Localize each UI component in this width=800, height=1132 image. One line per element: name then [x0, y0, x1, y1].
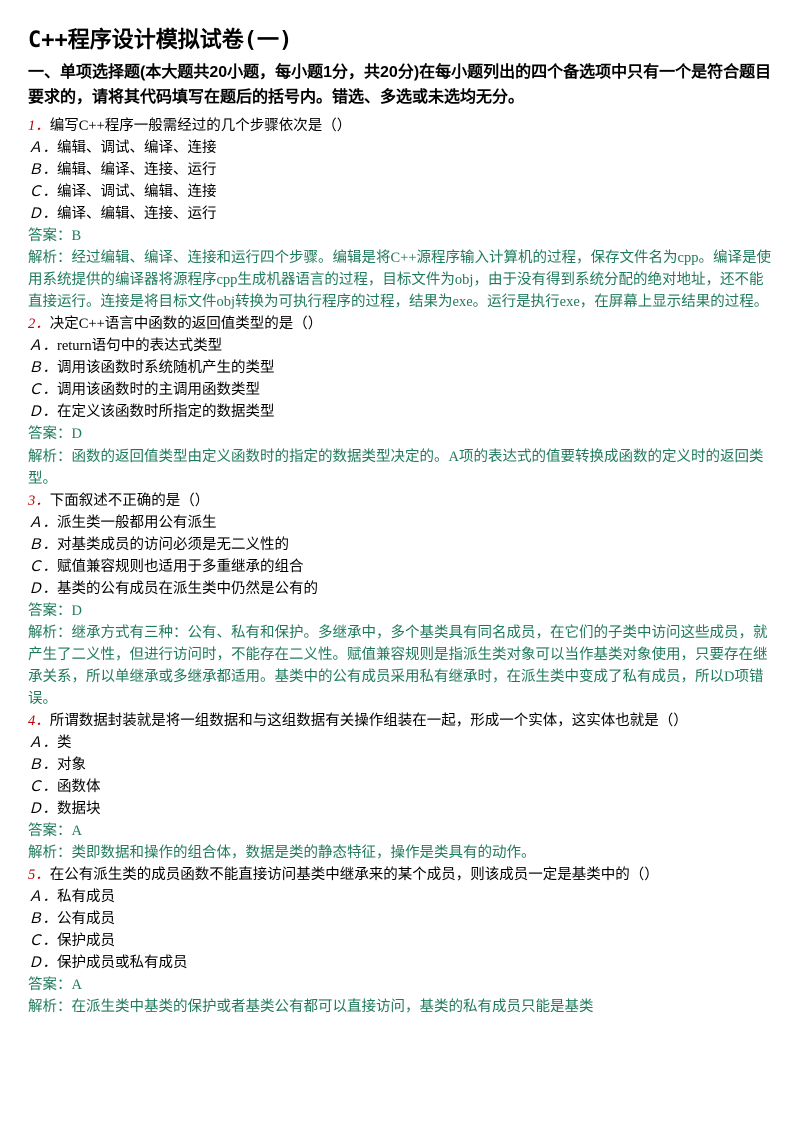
option-text: 在定义该函数时所指定的数据类型 — [57, 404, 275, 420]
analysis-text: 解析：类即数据和操作的组合体，数据是类的静态特征，操作是类具有的动作。 — [28, 842, 772, 864]
option-label: Ａ． — [28, 515, 57, 531]
option-text: 保护成员 — [57, 933, 115, 949]
answer-line: 答案：D — [28, 423, 772, 445]
option-text: 编译、调试、编辑、连接 — [57, 184, 217, 200]
answer-line: 答案：D — [28, 600, 772, 622]
option-line: Ｃ．调用该函数时的主调用函数类型 — [28, 379, 772, 401]
analysis-text: 解析：在派生类中基类的保护或者基类公有都可以直接访问，基类的私有成员只能是基类 — [28, 996, 772, 1018]
option-line: Ａ．派生类一般都用公有派生 — [28, 512, 772, 534]
exam-title: C++程序设计模拟试卷(一) — [28, 24, 772, 57]
option-label: Ｄ． — [28, 955, 57, 971]
option-label: Ｄ． — [28, 801, 57, 817]
section-heading: 一、单项选择题(本大题共20小题，每小题1分，共20分)在每小题列出的四个备选项… — [28, 61, 772, 111]
question-line: 5．在公有派生类的成员函数不能直接访问基类中继承来的某个成员，则该成员一定是基类… — [28, 864, 772, 886]
option-text: 基类的公有成员在派生类中仍然是公有的 — [57, 581, 318, 597]
question-line: 1．编写C++程序一般需经过的几个步骤依次是（） — [28, 115, 772, 137]
option-text: 编译、编辑、连接、运行 — [57, 206, 217, 222]
analysis-text: 解析：函数的返回值类型由定义函数时的指定的数据类型决定的。A项的表达式的值要转换… — [28, 446, 772, 490]
option-label: Ｃ． — [28, 559, 57, 575]
option-line: Ｃ．保护成员 — [28, 930, 772, 952]
question-number: 5． — [28, 867, 50, 883]
option-label: Ａ． — [28, 140, 57, 156]
answer-line: 答案：A — [28, 974, 772, 996]
question-number: 2． — [28, 316, 50, 332]
answer-line: 答案：A — [28, 820, 772, 842]
option-text: 对基类成员的访问必须是无二义性的 — [57, 537, 289, 553]
option-label: Ａ． — [28, 889, 57, 905]
option-label: Ｃ． — [28, 933, 57, 949]
option-text: 私有成员 — [57, 889, 115, 905]
question-line: 3．下面叙述不正确的是（） — [28, 490, 772, 512]
option-text: return语句中的表达式类型 — [57, 338, 222, 354]
answer-line: 答案：B — [28, 225, 772, 247]
question-number: 1． — [28, 118, 50, 134]
option-text: 函数体 — [57, 779, 101, 795]
question-number: 3． — [28, 493, 50, 509]
option-line: Ｃ．赋值兼容规则也适用于多重继承的组合 — [28, 556, 772, 578]
analysis-text: 解析：经过编辑、编译、连接和运行四个步骤。编辑是将C++源程序输入计算机的过程，… — [28, 247, 772, 313]
option-label: Ｃ． — [28, 779, 57, 795]
option-line: Ｃ．编译、调试、编辑、连接 — [28, 181, 772, 203]
option-line: Ｄ．保护成员或私有成员 — [28, 952, 772, 974]
option-text: 赋值兼容规则也适用于多重继承的组合 — [57, 559, 304, 575]
question-number: 4． — [28, 713, 50, 729]
question-line: 2．决定C++语言中函数的返回值类型的是（） — [28, 313, 772, 335]
question-text: 在公有派生类的成员函数不能直接访问基类中继承来的某个成员，则该成员一定是基类中的… — [50, 867, 659, 883]
option-text: 数据块 — [57, 801, 101, 817]
option-line: Ａ．类 — [28, 732, 772, 754]
option-line: Ｂ．公有成员 — [28, 908, 772, 930]
option-line: Ａ．编辑、调试、编译、连接 — [28, 137, 772, 159]
option-line: Ｂ．对基类成员的访问必须是无二义性的 — [28, 534, 772, 556]
option-text: 编辑、调试、编译、连接 — [57, 140, 217, 156]
option-line: Ｂ．对象 — [28, 754, 772, 776]
option-label: Ｄ． — [28, 581, 57, 597]
option-line: Ｄ．在定义该函数时所指定的数据类型 — [28, 401, 772, 423]
option-line: Ｄ．基类的公有成员在派生类中仍然是公有的 — [28, 578, 772, 600]
option-line: Ｄ．数据块 — [28, 798, 772, 820]
option-text: 保护成员或私有成员 — [57, 955, 188, 971]
question-text: 下面叙述不正确的是（） — [50, 493, 210, 509]
option-line: Ｂ．调用该函数时系统随机产生的类型 — [28, 357, 772, 379]
option-line: Ｂ．编辑、编译、连接、运行 — [28, 159, 772, 181]
option-text: 类 — [57, 735, 72, 751]
option-line: Ａ．return语句中的表达式类型 — [28, 335, 772, 357]
option-label: Ｂ． — [28, 162, 57, 178]
questions-container: 1．编写C++程序一般需经过的几个步骤依次是（）Ａ．编辑、调试、编译、连接Ｂ．编… — [28, 115, 772, 1018]
option-label: Ｄ． — [28, 404, 57, 420]
option-label: Ｂ． — [28, 537, 57, 553]
option-line: Ｄ．编译、编辑、连接、运行 — [28, 203, 772, 225]
option-text: 对象 — [57, 757, 86, 773]
option-text: 派生类一般都用公有派生 — [57, 515, 217, 531]
option-text: 公有成员 — [57, 911, 115, 927]
option-line: Ａ．私有成员 — [28, 886, 772, 908]
option-line: Ｃ．函数体 — [28, 776, 772, 798]
option-label: Ｂ． — [28, 757, 57, 773]
option-label: Ｂ． — [28, 360, 57, 376]
option-label: Ａ． — [28, 735, 57, 751]
option-label: Ｄ． — [28, 206, 57, 222]
question-line: 4．所谓数据封装就是将一组数据和与这组数据有关操作组装在一起，形成一个实体，这实… — [28, 710, 772, 732]
analysis-text: 解析：继承方式有三种：公有、私有和保护。多继承中，多个基类具有同名成员，在它们的… — [28, 622, 772, 710]
option-label: Ｃ． — [28, 382, 57, 398]
option-label: Ａ． — [28, 338, 57, 354]
option-text: 编辑、编译、连接、运行 — [57, 162, 217, 178]
question-text: 决定C++语言中函数的返回值类型的是（） — [50, 316, 323, 332]
option-label: Ｂ． — [28, 911, 57, 927]
option-text: 调用该函数时的主调用函数类型 — [57, 382, 260, 398]
option-text: 调用该函数时系统随机产生的类型 — [57, 360, 275, 376]
option-label: Ｃ． — [28, 184, 57, 200]
question-text: 所谓数据封装就是将一组数据和与这组数据有关操作组装在一起，形成一个实体，这实体也… — [50, 713, 688, 729]
question-text: 编写C++程序一般需经过的几个步骤依次是（） — [50, 118, 352, 134]
